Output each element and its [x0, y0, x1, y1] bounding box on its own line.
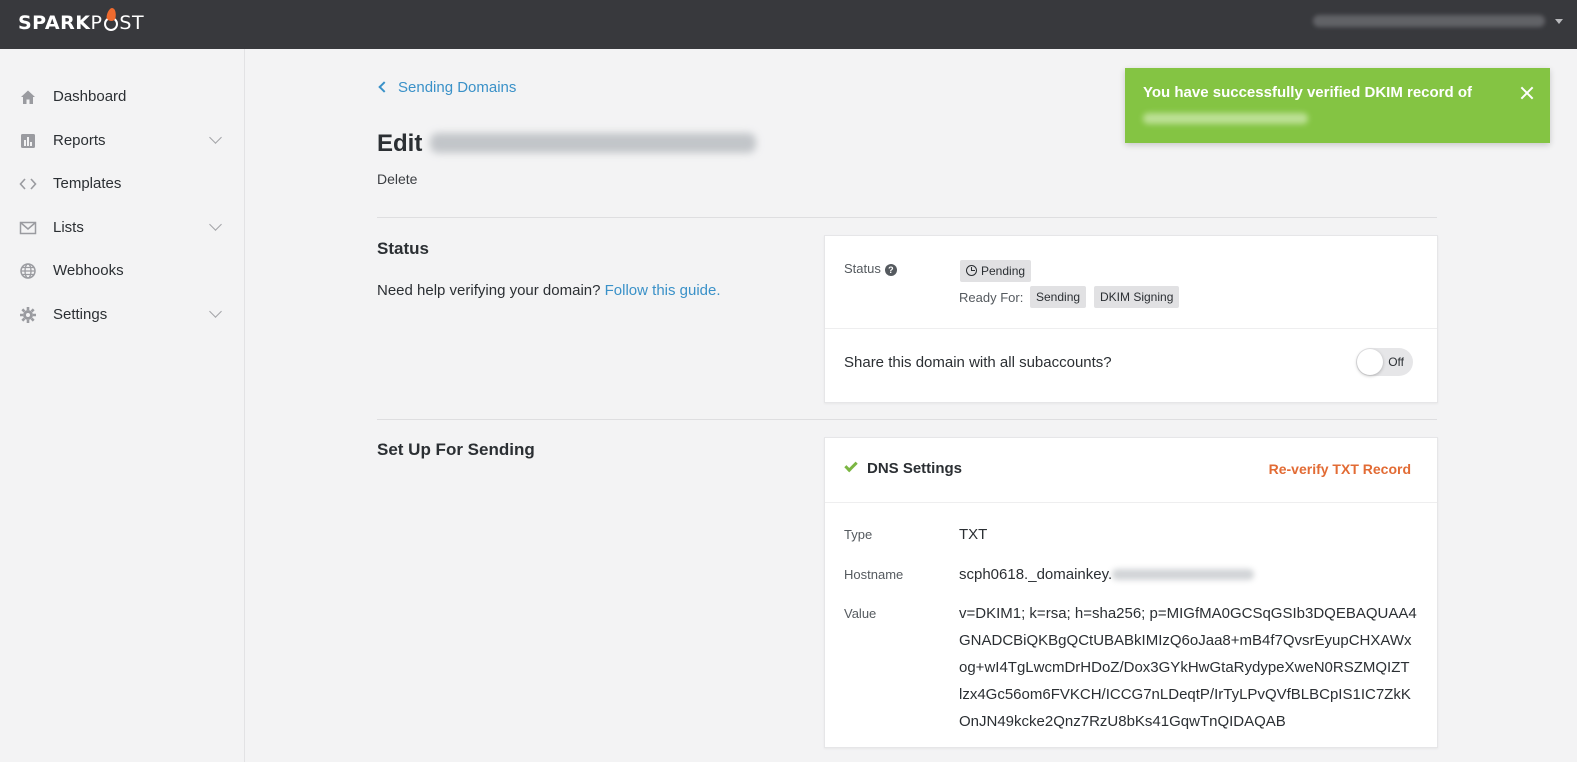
section-divider — [377, 217, 1437, 218]
sidebar-item-templates[interactable]: Templates — [0, 164, 244, 204]
sparkpost-logo[interactable]: SPARKP ST — [18, 7, 145, 34]
ready-for-label: Ready For: — [959, 290, 1024, 305]
status-badge: Pending — [960, 260, 1032, 282]
card-divider — [825, 502, 1437, 503]
share-subaccounts-toggle[interactable]: Off — [1356, 348, 1413, 376]
hostname-value: scph0618._domainkey. — [959, 566, 1255, 583]
page-title: Edit — [377, 130, 757, 158]
delete-link[interactable]: Delete — [377, 171, 417, 187]
toast-message: You have successfully verified DKIM reco… — [1143, 84, 1472, 101]
dkim-value-line: og+wI4TgLwcmDrHDoZ/Dox3GYkHwGtaRydypeXwe… — [959, 659, 1410, 676]
chevron-down-icon — [209, 218, 222, 231]
ready-tag-dkim-signing: DKIM Signing — [1094, 286, 1180, 308]
dkim-value-line: GNADCBiQKBgQCtUBABkIMIzQ6oJaa8+mB4f7Qvsr… — [959, 632, 1412, 649]
flame-icon — [103, 7, 119, 32]
type-value: TXT — [959, 526, 988, 543]
sidebar-item-label: Webhooks — [53, 262, 124, 279]
sidebar-item-label: Lists — [53, 219, 84, 236]
logo-text-p: P — [90, 12, 103, 34]
dkim-value-line: OnJN49kcke2Qnz7RzU8bKs41GqwTnQIDAQAB — [959, 713, 1286, 730]
card-divider — [825, 328, 1437, 329]
redacted-hostname — [1112, 569, 1255, 580]
sidebar-item-label: Templates — [53, 175, 122, 192]
dkim-value-line: lzx4Gc56om6FVKCH/ICCG7nLDeqtP/IrTyLPvQVf… — [959, 686, 1411, 703]
sidebar-item-reports[interactable]: Reports — [0, 121, 244, 161]
sidebar-item-label: Settings — [53, 306, 108, 323]
globe-icon — [20, 263, 36, 279]
chevron-down-icon[interactable] — [1555, 19, 1563, 24]
type-label: Type — [844, 527, 873, 542]
bar-chart-icon — [21, 134, 35, 148]
ready-tag-sending: Sending — [1030, 286, 1087, 308]
status-card: Status? Pending Ready For: Sending DKIM … — [824, 235, 1438, 403]
dns-settings-card: DNS Settings Re-verify TXT Record Type T… — [824, 437, 1438, 748]
help-icon[interactable]: ? — [884, 264, 897, 276]
sidebar: Dashboard Reports Templates Lists Webhoo… — [0, 49, 245, 762]
section-divider — [377, 419, 1437, 420]
hostname-label: Hostname — [844, 567, 904, 582]
top-bar: SPARKP ST — [0, 0, 1577, 49]
status-heading: Status — [377, 239, 429, 258]
close-icon[interactable] — [1518, 84, 1536, 102]
sidebar-item-webhooks[interactable]: Webhooks — [0, 251, 244, 291]
breadcrumb-back-link[interactable]: Sending Domains — [378, 79, 517, 96]
envelope-icon — [19, 221, 37, 235]
sidebar-item-label: Dashboard — [53, 88, 127, 105]
reverify-txt-button[interactable]: Re-verify TXT Record — [1269, 461, 1411, 477]
share-question: Share this domain with all subaccounts? — [844, 354, 1112, 371]
sidebar-item-lists[interactable]: Lists — [0, 208, 244, 248]
chevron-down-icon — [209, 305, 222, 318]
status-label: Status? — [844, 261, 897, 276]
sidebar-item-dashboard[interactable]: Dashboard — [0, 77, 244, 117]
redacted-domain — [430, 133, 757, 153]
dkim-value-line: v=DKIM1; k=rsa; h=sha256; p=MIGfMA0GCSqG… — [959, 605, 1417, 622]
page-title-prefix: Edit — [377, 130, 423, 157]
redacted-toast-domain — [1143, 113, 1308, 124]
logo-text-light: ST — [119, 12, 145, 34]
account-menu[interactable] — [1313, 15, 1545, 27]
clock-icon — [966, 265, 977, 276]
dns-settings-title: DNS Settings — [867, 460, 963, 477]
toggle-knob — [1357, 349, 1383, 375]
success-toast: You have successfully verified DKIM reco… — [1125, 68, 1550, 143]
gear-icon — [20, 307, 36, 323]
setup-sending-heading: Set Up For Sending — [377, 440, 535, 459]
follow-guide-link[interactable]: Follow this guide. — [605, 282, 721, 299]
chevron-left-icon — [378, 81, 390, 93]
sidebar-item-settings[interactable]: Settings — [0, 295, 244, 335]
logo-text-bold: SPARK — [18, 12, 91, 34]
breadcrumb-label: Sending Domains — [398, 79, 517, 96]
home-icon — [21, 90, 35, 104]
chevron-down-icon — [209, 131, 222, 144]
code-icon — [19, 178, 37, 190]
sidebar-item-label: Reports — [53, 132, 106, 149]
help-text: Need help verifying your domain? Follow … — [377, 282, 721, 299]
checkmark-icon — [844, 458, 858, 473]
toggle-label: Off — [1388, 355, 1404, 369]
value-label: Value — [844, 606, 877, 621]
